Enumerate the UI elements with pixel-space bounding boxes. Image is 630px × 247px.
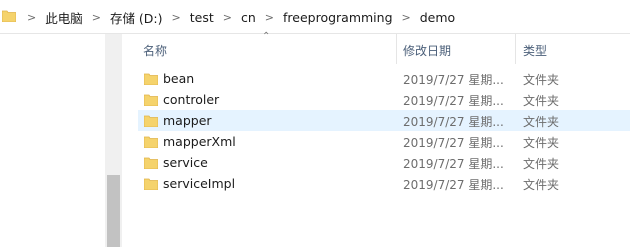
file-name: service bbox=[163, 155, 208, 170]
navigation-pane[interactable] bbox=[0, 34, 105, 247]
column-header-type[interactable]: 类型 bbox=[516, 34, 630, 66]
file-row[interactable]: mapper 2019/7/27 星期... 文件夹 bbox=[138, 110, 630, 131]
folder-icon bbox=[143, 177, 159, 193]
file-date: 2019/7/27 星期... bbox=[403, 136, 504, 150]
file-date: 2019/7/27 星期... bbox=[403, 73, 504, 87]
chevron-right-icon[interactable]: > bbox=[214, 11, 241, 24]
column-header-name-label: 名称 bbox=[143, 44, 168, 58]
breadcrumb-item-this-pc[interactable]: 此电脑 bbox=[45, 8, 83, 27]
file-name: bean bbox=[163, 71, 195, 86]
file-row[interactable]: bean 2019/7/27 星期... 文件夹 bbox=[138, 68, 630, 89]
folder-icon bbox=[143, 72, 159, 88]
file-date: 2019/7/27 星期... bbox=[403, 94, 504, 108]
chevron-right-icon[interactable]: > bbox=[163, 11, 190, 24]
nav-scrollbar-thumb[interactable] bbox=[107, 175, 120, 247]
file-name: mapper bbox=[163, 113, 212, 128]
folder-icon bbox=[143, 114, 159, 130]
folder-icon bbox=[1, 9, 17, 25]
folder-icon bbox=[143, 135, 159, 151]
column-header-date-label: 修改日期 bbox=[403, 44, 452, 58]
column-header-date[interactable]: 修改日期 bbox=[397, 34, 515, 66]
breadcrumb-item-demo[interactable]: demo bbox=[420, 10, 455, 25]
column-header-name[interactable]: 名称 bbox=[138, 34, 396, 66]
column-header-type-label: 类型 bbox=[523, 44, 548, 58]
file-type: 文件夹 bbox=[523, 178, 560, 192]
breadcrumb-item-freeprogramming[interactable]: freeprogramming bbox=[283, 10, 393, 25]
file-type: 文件夹 bbox=[523, 115, 560, 129]
breadcrumb: > 此电脑 > 存储 (D:) > test > cn > freeprogra… bbox=[18, 8, 455, 27]
chevron-right-icon[interactable]: > bbox=[18, 11, 45, 24]
file-row[interactable]: mapperXml 2019/7/27 星期... 文件夹 bbox=[138, 131, 630, 152]
chevron-right-icon[interactable]: > bbox=[256, 11, 283, 24]
file-type: 文件夹 bbox=[523, 73, 560, 87]
address-bar[interactable]: > 此电脑 > 存储 (D:) > test > cn > freeprogra… bbox=[0, 0, 630, 34]
breadcrumb-item-cn[interactable]: cn bbox=[241, 10, 256, 25]
file-row[interactable]: service 2019/7/27 星期... 文件夹 bbox=[138, 152, 630, 173]
file-name: serviceImpl bbox=[163, 176, 236, 191]
breadcrumb-item-drive-d[interactable]: 存储 (D:) bbox=[110, 8, 163, 27]
file-row[interactable]: controler 2019/7/27 星期... 文件夹 bbox=[138, 89, 630, 110]
chevron-right-icon[interactable]: > bbox=[393, 11, 420, 24]
file-type: 文件夹 bbox=[523, 94, 560, 108]
file-name: controler bbox=[163, 92, 220, 107]
folder-icon bbox=[143, 156, 159, 172]
file-date: 2019/7/27 星期... bbox=[403, 115, 504, 129]
file-row[interactable]: serviceImpl 2019/7/27 星期... 文件夹 bbox=[138, 173, 630, 194]
folder-icon bbox=[143, 93, 159, 109]
file-type: 文件夹 bbox=[523, 136, 560, 150]
breadcrumb-item-test[interactable]: test bbox=[190, 10, 214, 25]
file-date: 2019/7/27 星期... bbox=[403, 178, 504, 192]
file-type: 文件夹 bbox=[523, 157, 560, 171]
chevron-right-icon[interactable]: > bbox=[83, 11, 110, 24]
file-name: mapperXml bbox=[163, 134, 236, 149]
file-date: 2019/7/27 星期... bbox=[403, 157, 504, 171]
